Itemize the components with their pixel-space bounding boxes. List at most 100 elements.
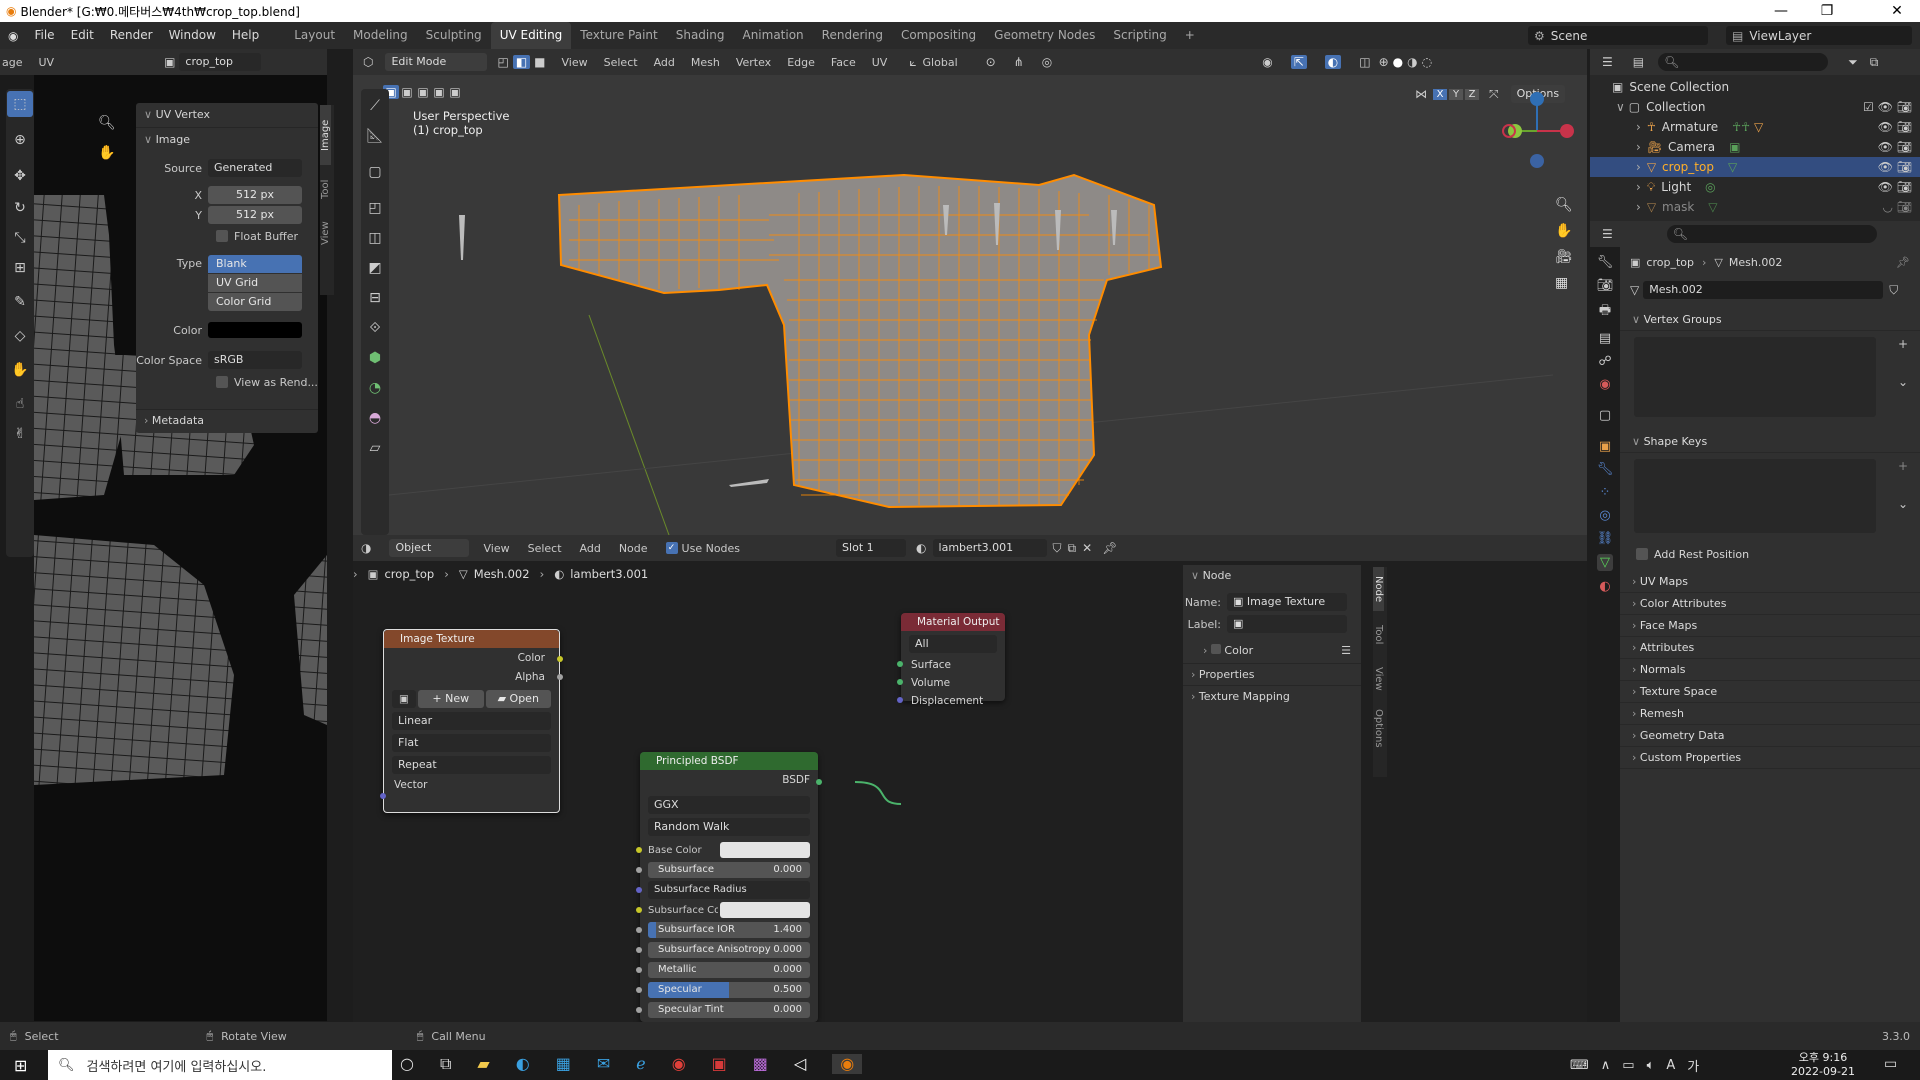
- menu-select[interactable]: Select: [604, 56, 638, 69]
- shape-keys-list[interactable]: [1634, 459, 1876, 533]
- rip-tool-icon[interactable]: ◇: [7, 323, 33, 349]
- node-color-checkbox[interactable]: [1210, 644, 1221, 654]
- tab-modeling[interactable]: Modeling: [344, 22, 417, 49]
- new-collection-icon[interactable]: ⧉: [1870, 55, 1879, 70]
- extrude-tool-icon[interactable]: ◰: [362, 195, 388, 221]
- edge-icon[interactable]: ◐: [516, 1054, 530, 1074]
- source-dropdown[interactable]: Generated: [208, 159, 302, 177]
- acrobat-icon[interactable]: ▣: [712, 1054, 727, 1074]
- material-tab-icon[interactable]: ◐: [1599, 579, 1610, 594]
- bsdf-input-row[interactable]: Metallic 0.000: [636, 960, 818, 980]
- type-blank-option[interactable]: Blank: [208, 255, 302, 273]
- row-eye-icon[interactable]: 👁︎ 📷︎: [1878, 157, 1912, 177]
- bsdf-input-row[interactable]: Subsurface Co...: [636, 900, 818, 920]
- interpolation-dropdown[interactable]: Linear: [392, 712, 551, 730]
- image-texture-node[interactable]: Image Texture Color Alpha ▣ + New ▰ Open…: [380, 629, 563, 813]
- type-uv-grid-option[interactable]: UV Grid: [208, 274, 302, 292]
- alpha-output-socket[interactable]: [557, 674, 563, 680]
- shape-key-menu-icon[interactable]: ⌄: [1898, 497, 1908, 511]
- bsdf-input-socket[interactable]: [636, 1007, 642, 1013]
- properties-section-attributes[interactable]: › Attributes: [1620, 637, 1920, 659]
- tab-texture-paint[interactable]: Texture Paint: [571, 22, 666, 49]
- smooth-tool-icon[interactable]: ◓: [362, 405, 388, 431]
- bsdf-input-socket[interactable]: [636, 867, 642, 873]
- bsdf-color-swatch[interactable]: [720, 842, 810, 858]
- windows-start-icon[interactable]: ⊞: [14, 1056, 27, 1075]
- tab-node-view[interactable]: View: [1373, 659, 1384, 699]
- principled-bsdf-node[interactable]: Principled BSDF BSDF GGX Random Walk Bas…: [636, 752, 822, 1022]
- bsdf-input-row[interactable]: Subsurface IOR 1.400: [636, 920, 818, 940]
- bsdf-value-slider[interactable]: Subsurface 0.000: [648, 862, 810, 878]
- menu-face[interactable]: Face: [831, 56, 856, 69]
- properties-section-texture-space[interactable]: › Texture Space: [1620, 681, 1920, 703]
- node-section[interactable]: ∨ Node: [1183, 565, 1361, 587]
- menu-uv[interactable]: UV: [872, 56, 888, 69]
- properties-section-normals[interactable]: › Normals: [1620, 659, 1920, 681]
- view-layer-tab-icon[interactable]: ▤: [1599, 331, 1611, 346]
- bsdf-value-slider[interactable]: Subsurface Anisotropy 0.000: [648, 942, 810, 958]
- volume-icon[interactable]: 🔈︎: [1647, 1058, 1655, 1073]
- output-target-dropdown[interactable]: All: [909, 635, 997, 653]
- properties-section-color-attributes[interactable]: › Color Attributes: [1620, 593, 1920, 615]
- object-tab-icon[interactable]: ▣: [1599, 439, 1611, 454]
- tab-shading[interactable]: Shading: [667, 22, 734, 49]
- image-section[interactable]: ∨ Image: [136, 127, 318, 151]
- properties-search-field[interactable]: 🔍︎: [1666, 225, 1877, 243]
- width-field[interactable]: 512 px: [208, 186, 302, 204]
- menu-window[interactable]: Window: [161, 22, 224, 49]
- menu-view[interactable]: View: [562, 56, 588, 69]
- mesh-browse-icon[interactable]: ▽: [1630, 283, 1639, 297]
- bsdf-input-socket[interactable]: [636, 847, 642, 853]
- navigation-gizmo[interactable]: [1495, 89, 1579, 173]
- outliner-item-mask[interactable]: › ▽ mask ▽ ◡ 📷︎: [1590, 197, 1920, 217]
- tab-animation[interactable]: Animation: [733, 22, 812, 49]
- grab-tool-icon[interactable]: ✋: [7, 357, 33, 383]
- properties-type-icon[interactable]: ☰: [1602, 227, 1613, 241]
- ime-lang[interactable]: 가: [1687, 1056, 1699, 1075]
- outliner-item-armature[interactable]: › ☥ Armature ☥☥ ▽ 👁︎ 📷︎: [1590, 117, 1920, 137]
- move-tool-icon[interactable]: ✥: [7, 163, 33, 189]
- menu-vertex[interactable]: Vertex: [736, 56, 771, 69]
- color-output-socket[interactable]: [557, 656, 563, 662]
- pin-properties-icon[interactable]: 📌︎: [1896, 256, 1910, 269]
- pinch-tool-icon[interactable]: ✌: [7, 421, 33, 447]
- color-presets-icon[interactable]: ☰: [1341, 639, 1351, 663]
- physics-tab-icon[interactable]: ◎: [1599, 508, 1610, 523]
- bsdf-output-socket[interactable]: [816, 779, 822, 785]
- shape-keys-section[interactable]: ∨ Shape Keys: [1620, 431, 1920, 453]
- mesh-name-field[interactable]: Mesh.002: [1643, 281, 1884, 299]
- outliner-item-light[interactable]: › 💡︎ Light ◎ 👁︎ 📷︎: [1590, 177, 1920, 197]
- bsdf-input-row[interactable]: Specular 0.500: [636, 980, 818, 1000]
- image-browser-icon[interactable]: ▣: [392, 690, 416, 708]
- tab-node-tool[interactable]: Tool: [1373, 615, 1384, 655]
- pan-view-icon[interactable]: ✋: [1555, 223, 1573, 239]
- taskbar-search-box[interactable]: 🔍︎ 검색하려면 여기에 입력하십시오.: [48, 1050, 392, 1080]
- snap-icon[interactable]: ⋔: [1014, 55, 1024, 69]
- tab-view[interactable]: View: [320, 213, 331, 253]
- bsdf-input-row[interactable]: Subsurface Anisotropy 0.000: [636, 940, 818, 960]
- store-icon[interactable]: ▦: [556, 1054, 571, 1074]
- type-color-grid-option[interactable]: Color Grid: [208, 293, 302, 311]
- pan-hand-icon[interactable]: ✋: [98, 145, 115, 161]
- menu-edit[interactable]: Edit: [63, 22, 102, 49]
- row-eye-icon[interactable]: 👁︎ 📷︎: [1878, 137, 1912, 157]
- surface-input-socket[interactable]: [897, 661, 903, 667]
- bsdf-input-socket[interactable]: [636, 927, 642, 933]
- outliner-search-field[interactable]: 🔍︎: [1658, 53, 1829, 71]
- tab-geometry-nodes[interactable]: Geometry Nodes: [985, 22, 1104, 49]
- bsdf-input-dropdown[interactable]: Subsurface Radius: [648, 881, 810, 899]
- mail-icon[interactable]: ✉: [597, 1054, 610, 1074]
- render-tab-icon[interactable]: 📷︎: [1597, 278, 1614, 293]
- outliner-item-camera[interactable]: › 🎥︎ Camera ▣ 👁︎ 📷︎: [1590, 137, 1920, 157]
- open-image-button[interactable]: ▰ Open: [485, 690, 551, 708]
- tab-uv-editing[interactable]: UV Editing: [490, 22, 572, 49]
- edge-select-icon[interactable]: ◧: [512, 55, 531, 69]
- loop-cut-tool-icon[interactable]: ⊟: [362, 285, 388, 311]
- bsdf-value-slider[interactable]: Subsurface IOR 1.400: [648, 922, 810, 938]
- collection-row[interactable]: ∨ ▢ Collection ☑ 👁︎ 📷︎: [1590, 97, 1920, 117]
- bsdf-input-socket[interactable]: [636, 947, 642, 953]
- menu-file[interactable]: File: [26, 22, 62, 49]
- menu-edge[interactable]: Edge: [787, 56, 815, 69]
- bsdf-input-socket[interactable]: [636, 987, 642, 993]
- xray-icon[interactable]: ◫: [1359, 55, 1370, 69]
